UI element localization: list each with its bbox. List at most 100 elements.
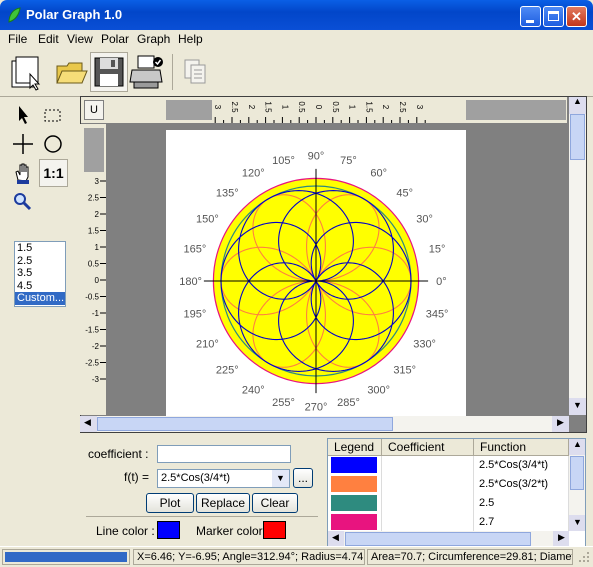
dropdown-button[interactable]: ▼ [272,470,289,487]
ruler-tick-label: -0.5 [85,293,99,302]
ruler-tick-label: 0.5 [88,260,100,269]
list-item[interactable]: 3.5 [15,267,65,280]
ruler-tick-label: 2 [381,105,390,110]
print-icon [129,55,163,89]
zoom-list[interactable]: 1.5 2.5 3.5 4.5 Custom... [14,241,66,307]
open-button[interactable] [52,52,90,92]
circle-tool-button[interactable] [40,131,66,157]
copy-button[interactable] [177,52,215,92]
graph-paper[interactable]: 0° 15° 30° 45° 60° 75° 90° 105° 120° 135° 150° 165°… [166,130,466,418]
legend-row[interactable]: 2.7 [328,513,569,532]
select-tool-button[interactable] [10,102,36,128]
browse-function-button[interactable]: ... [293,468,313,488]
legend-scroll-right-button[interactable]: ▶ [553,531,569,547]
ruler-tick-label: 2 [95,210,100,219]
scroll-left-button[interactable]: ◀ [80,416,97,432]
crosshair-tool-button[interactable] [10,131,36,157]
replace-button[interactable]: Replace [196,493,250,513]
scroll-up-button[interactable]: ▲ [569,96,586,114]
menu-bar: File Edit View Polar Graph Help [0,30,593,48]
list-item[interactable]: 4.5 [15,280,65,293]
vertical-scroll-thumb[interactable] [570,114,585,160]
legend-color-cell [328,494,382,513]
ruler-left-ticks: 3 2.5 2 1.5 1 0.5 0 -0.5 -1 -1.5 -2 -2.5 -3 [85,177,106,384]
angle-label: 210° [196,339,219,351]
legend-horizontal-thumb[interactable] [345,532,531,546]
print-button[interactable] [128,52,166,92]
legend-scroll-left-button[interactable]: ◀ [328,531,344,547]
legend-table[interactable]: Legend Coefficient Function 2.5*Cos(3/4*… [327,438,586,548]
angle-label: 150° [196,213,219,225]
new-graph-icon [11,56,41,91]
coefficient-input[interactable] [157,445,291,463]
legend-row[interactable]: 2.5*Cos(3/4*t) [328,456,569,475]
angle-label: 45° [396,187,413,199]
save-button[interactable] [90,52,128,92]
resize-grip-icon[interactable] [577,550,591,564]
scroll-left-icon: ◀ [84,417,91,427]
list-item-selected[interactable]: Custom... [15,292,65,305]
ruler-tick-label: 1.5 [364,101,373,113]
units-button[interactable]: U [84,100,104,120]
minimize-button[interactable] [520,6,541,27]
ruler-top: 3 2.5 2 1.5 1 0.5 0 0.5 1 1.5 2 2.5 3 [110,97,567,123]
column-header-legend[interactable]: Legend [328,439,382,456]
polar-plot[interactable]: 0° 15° 30° 45° 60° 75° 90° 105° 120°135° 150° 165°… [166,130,466,418]
list-item[interactable]: 1.5 [15,242,65,255]
horizontal-scroll-thumb[interactable] [97,417,393,431]
ruler-tick-label: -2.5 [85,359,99,368]
marker-color-swatch[interactable] [263,521,286,539]
legend-scroll-down-button[interactable]: ▼ [569,515,585,531]
legend-vertical-scrollbar[interactable]: ▲ ▼ [569,439,585,531]
clear-button[interactable]: Clear [252,493,298,513]
angle-label: 90° [308,151,325,163]
new-graph-button[interactable] [6,52,44,92]
ruler-tick-label: 3 [415,105,424,110]
ruler-left: 3 2.5 2 1.5 1 0.5 0 -0.5 -1 -1.5 -2 -2.5 -3 [80,124,106,415]
horizontal-scrollbar[interactable]: ◀ ▶ [80,416,569,432]
ruler-tick-label: 3 [95,177,100,186]
ruler-tick-label: 2 [247,105,256,110]
scroll-down-button[interactable]: ▼ [569,398,586,415]
ruler-tick-label: 2.5 [230,101,239,113]
menu-graph[interactable]: Graph [137,32,170,46]
legend-row[interactable]: 2.5*Cos(3/2*t) [328,475,569,494]
scale-1-to-1-button[interactable]: 1:1 [39,159,68,187]
crosshair-icon [13,134,33,154]
rectangle-select-button[interactable] [40,102,66,128]
zoom-tool-button[interactable] [10,189,36,215]
pan-tool-button[interactable] [10,160,36,186]
line-color-swatch[interactable] [157,521,180,539]
close-button[interactable]: ✕ [566,6,587,27]
copy-icon [184,59,206,84]
maximize-button[interactable] [543,6,564,27]
ruler-tick-label: 2.5 [88,194,100,203]
plot-button[interactable]: Plot [146,493,194,513]
legend-scroll-up-button[interactable]: ▲ [569,439,585,455]
list-item[interactable]: 2.5 [15,255,65,268]
menu-view[interactable]: View [67,32,93,46]
menu-file[interactable]: File [8,32,27,46]
angle-label: 60° [370,167,387,179]
function-select[interactable]: 2.5*Cos(3/4*t) ▼ [157,469,290,488]
column-header-function[interactable]: Function [474,439,569,456]
title-bar[interactable]: Polar Graph 1.0 ✕ [0,0,593,30]
menu-help[interactable]: Help [178,32,203,46]
function-select-value: 2.5*Cos(3/4*t) [161,472,231,484]
menu-edit[interactable]: Edit [38,32,59,46]
vertical-scrollbar[interactable]: ▲ ▼ [569,96,586,415]
ruler-tick-label: -2 [92,342,100,351]
ft-label: f(t) = [124,470,150,484]
scroll-right-button[interactable]: ▶ [552,416,569,432]
menu-polar[interactable]: Polar [101,32,129,46]
legend-scroll-thumb[interactable] [570,456,584,490]
legend-row[interactable]: 2.5 [328,494,569,513]
app-leaf-icon [8,7,21,23]
angle-label: 300° [367,385,390,397]
magnifier-icon [14,193,32,211]
angle-label: 240° [242,385,265,397]
ruler-tick-label: -3 [92,375,100,384]
column-header-coefficient[interactable]: Coefficient [382,439,474,456]
ruler-tick-label: 1.5 [88,227,100,236]
legend-horizontal-scrollbar[interactable]: ◀ ▶ [328,531,569,547]
